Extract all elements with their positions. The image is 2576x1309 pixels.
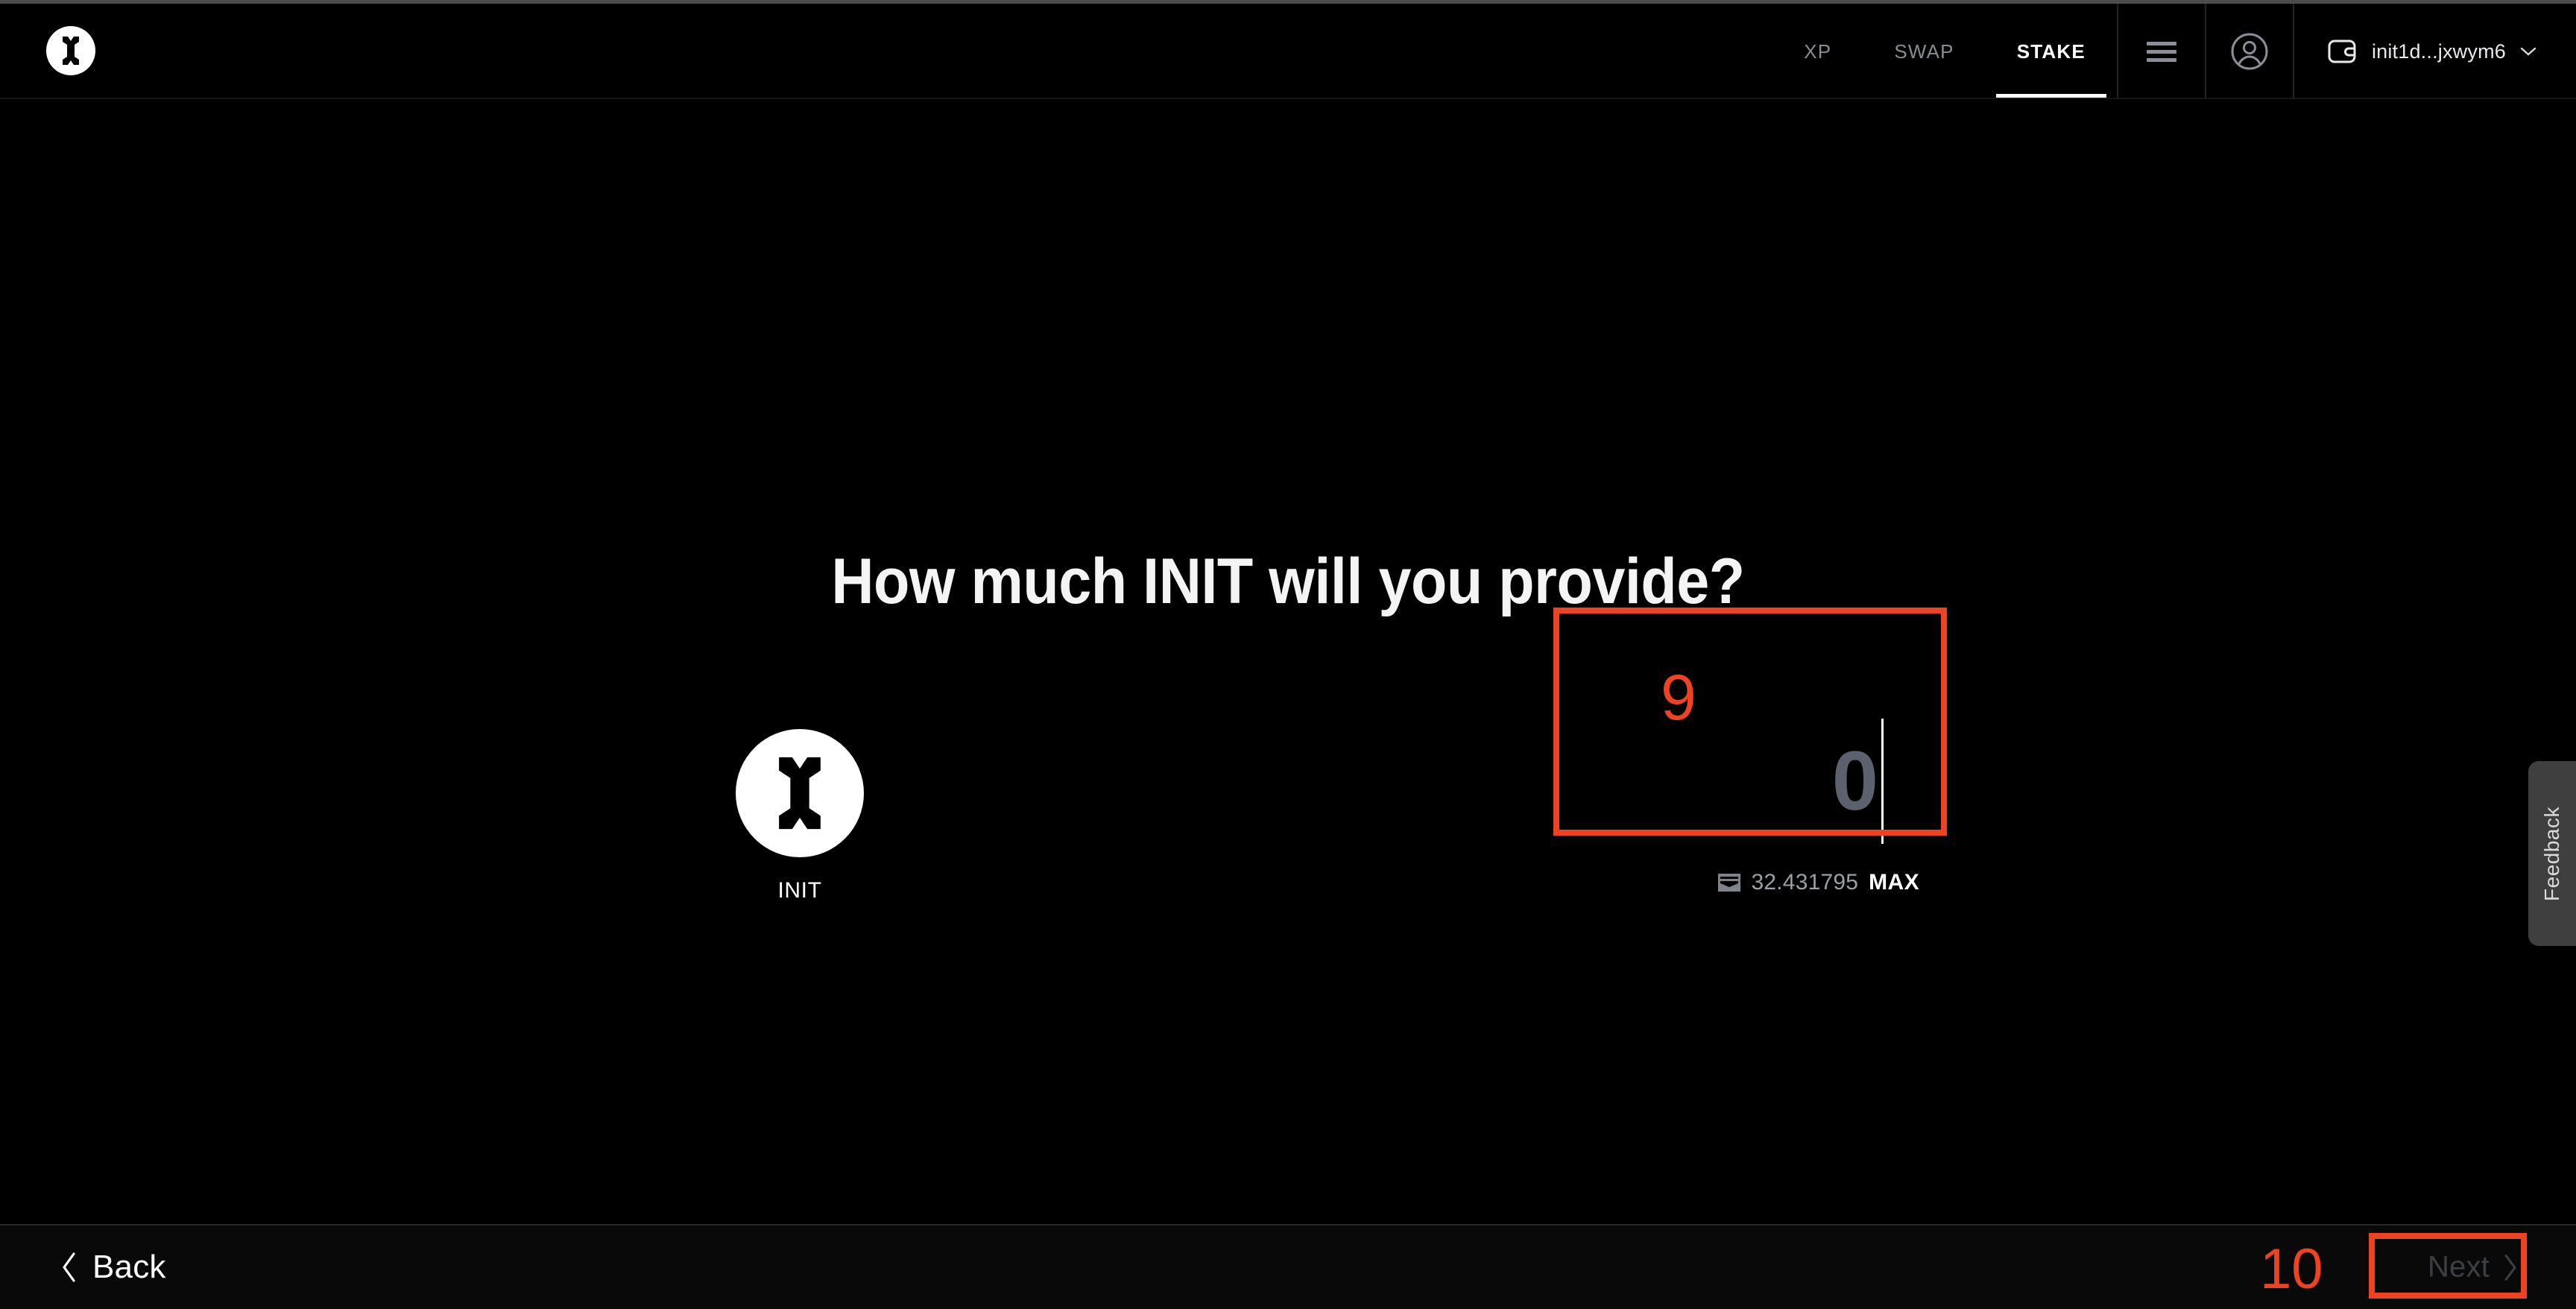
nav-item-xp[interactable]: XP xyxy=(1772,4,1863,99)
text-cursor xyxy=(1881,719,1884,844)
init-token-glyph-icon xyxy=(779,757,821,830)
header-nav: XP SWAP STAKE init1d...jxwym6 xyxy=(1772,4,2576,99)
nav-item-stake[interactable]: STAKE xyxy=(1986,4,2117,99)
amount-input-inner: 0 32.431795 MAX xyxy=(1556,709,1945,933)
wallet-address-button[interactable]: init1d...jxwym6 xyxy=(2294,4,2576,99)
amount-input-region[interactable]: 0 32.431795 MAX xyxy=(1556,709,1945,933)
chevron-left-icon xyxy=(63,1252,75,1282)
nav-item-swap[interactable]: SWAP xyxy=(1863,4,1985,99)
feedback-label: Feedback xyxy=(2540,806,2563,901)
back-button-label: Back xyxy=(92,1249,166,1285)
token-display: INIT xyxy=(714,729,886,903)
footer-bar: Back Next xyxy=(0,1224,2576,1309)
nav-item-stake-label: STAKE xyxy=(2016,40,2086,63)
balance-row: 32.431795 MAX xyxy=(1717,870,1920,895)
profile-button[interactable] xyxy=(2206,4,2293,99)
chevron-right-icon xyxy=(2504,1254,2516,1281)
chevron-down-icon xyxy=(2520,47,2536,56)
token-symbol-label: INIT xyxy=(777,878,822,903)
max-button[interactable]: MAX xyxy=(1869,870,1919,895)
wallet-icon xyxy=(2328,40,2356,63)
amount-input-placeholder: 0 xyxy=(1831,734,1878,827)
next-button[interactable]: Next xyxy=(2420,1248,2527,1287)
wallet-balance-icon xyxy=(1717,874,1740,892)
feedback-tab[interactable]: Feedback xyxy=(2528,761,2576,946)
init-glyph-icon xyxy=(63,37,79,65)
wallet-address-label: init1d...jxwym6 xyxy=(2371,40,2506,63)
page-headline: How much INIT will you provide? xyxy=(831,546,1745,617)
menu-button[interactable] xyxy=(2118,4,2205,99)
back-button[interactable]: Back xyxy=(60,1249,166,1286)
app-root: XP SWAP STAKE init1d...jxwym6 How much I… xyxy=(0,0,2576,1309)
nav-item-xp-label: XP xyxy=(1804,40,1832,63)
init-token-icon xyxy=(736,729,864,857)
balance-amount: 32.431795 xyxy=(1751,870,1859,895)
next-button-label: Next xyxy=(2427,1250,2490,1284)
amount-input[interactable]: 0 xyxy=(1831,719,1884,844)
nav-item-swap-label: SWAP xyxy=(1894,40,1954,63)
init-logo-icon xyxy=(46,26,95,75)
user-profile-icon xyxy=(2231,33,2268,70)
app-header: XP SWAP STAKE init1d...jxwym6 xyxy=(0,4,2576,99)
main-content: How much INIT will you provide? INIT 0 3… xyxy=(0,99,2576,1224)
app-logo[interactable] xyxy=(46,26,95,75)
hamburger-menu-icon xyxy=(2146,42,2176,62)
